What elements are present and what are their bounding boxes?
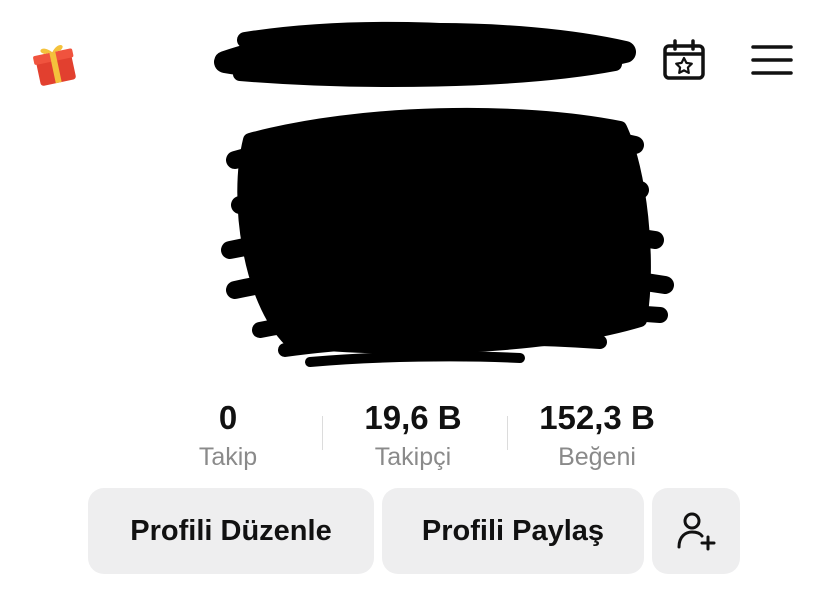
gift-icon[interactable] bbox=[30, 38, 80, 88]
stat-following-label: Takip bbox=[198, 443, 258, 471]
add-user-icon bbox=[677, 512, 716, 551]
stat-following[interactable]: 0 Takip bbox=[138, 396, 318, 474]
add-friend-button[interactable] bbox=[652, 488, 740, 574]
stat-followers[interactable]: 19,6 B Takipçi bbox=[323, 396, 503, 474]
stat-likes[interactable]: 152,3 B Beğeni bbox=[507, 396, 687, 474]
stat-likes-count: 152,3 B bbox=[539, 399, 655, 436]
calendar-star-icon[interactable] bbox=[660, 38, 708, 82]
stat-following-count: 0 bbox=[218, 399, 238, 436]
watermark-text: itemsatis bbox=[290, 251, 594, 327]
share-profile-label: Profili Paylaş bbox=[421, 514, 605, 547]
edit-profile-button[interactable]: Profili Düzenle bbox=[88, 488, 374, 574]
edit-profile-label: Profili Düzenle bbox=[130, 514, 332, 547]
stat-followers-count: 19,6 B bbox=[364, 399, 462, 436]
stat-likes-label: Beğeni bbox=[558, 443, 636, 471]
hamburger-menu-icon[interactable] bbox=[750, 42, 794, 78]
stat-followers-label: Takipçi bbox=[374, 443, 452, 471]
share-profile-button[interactable]: Profili Paylaş bbox=[382, 488, 644, 574]
